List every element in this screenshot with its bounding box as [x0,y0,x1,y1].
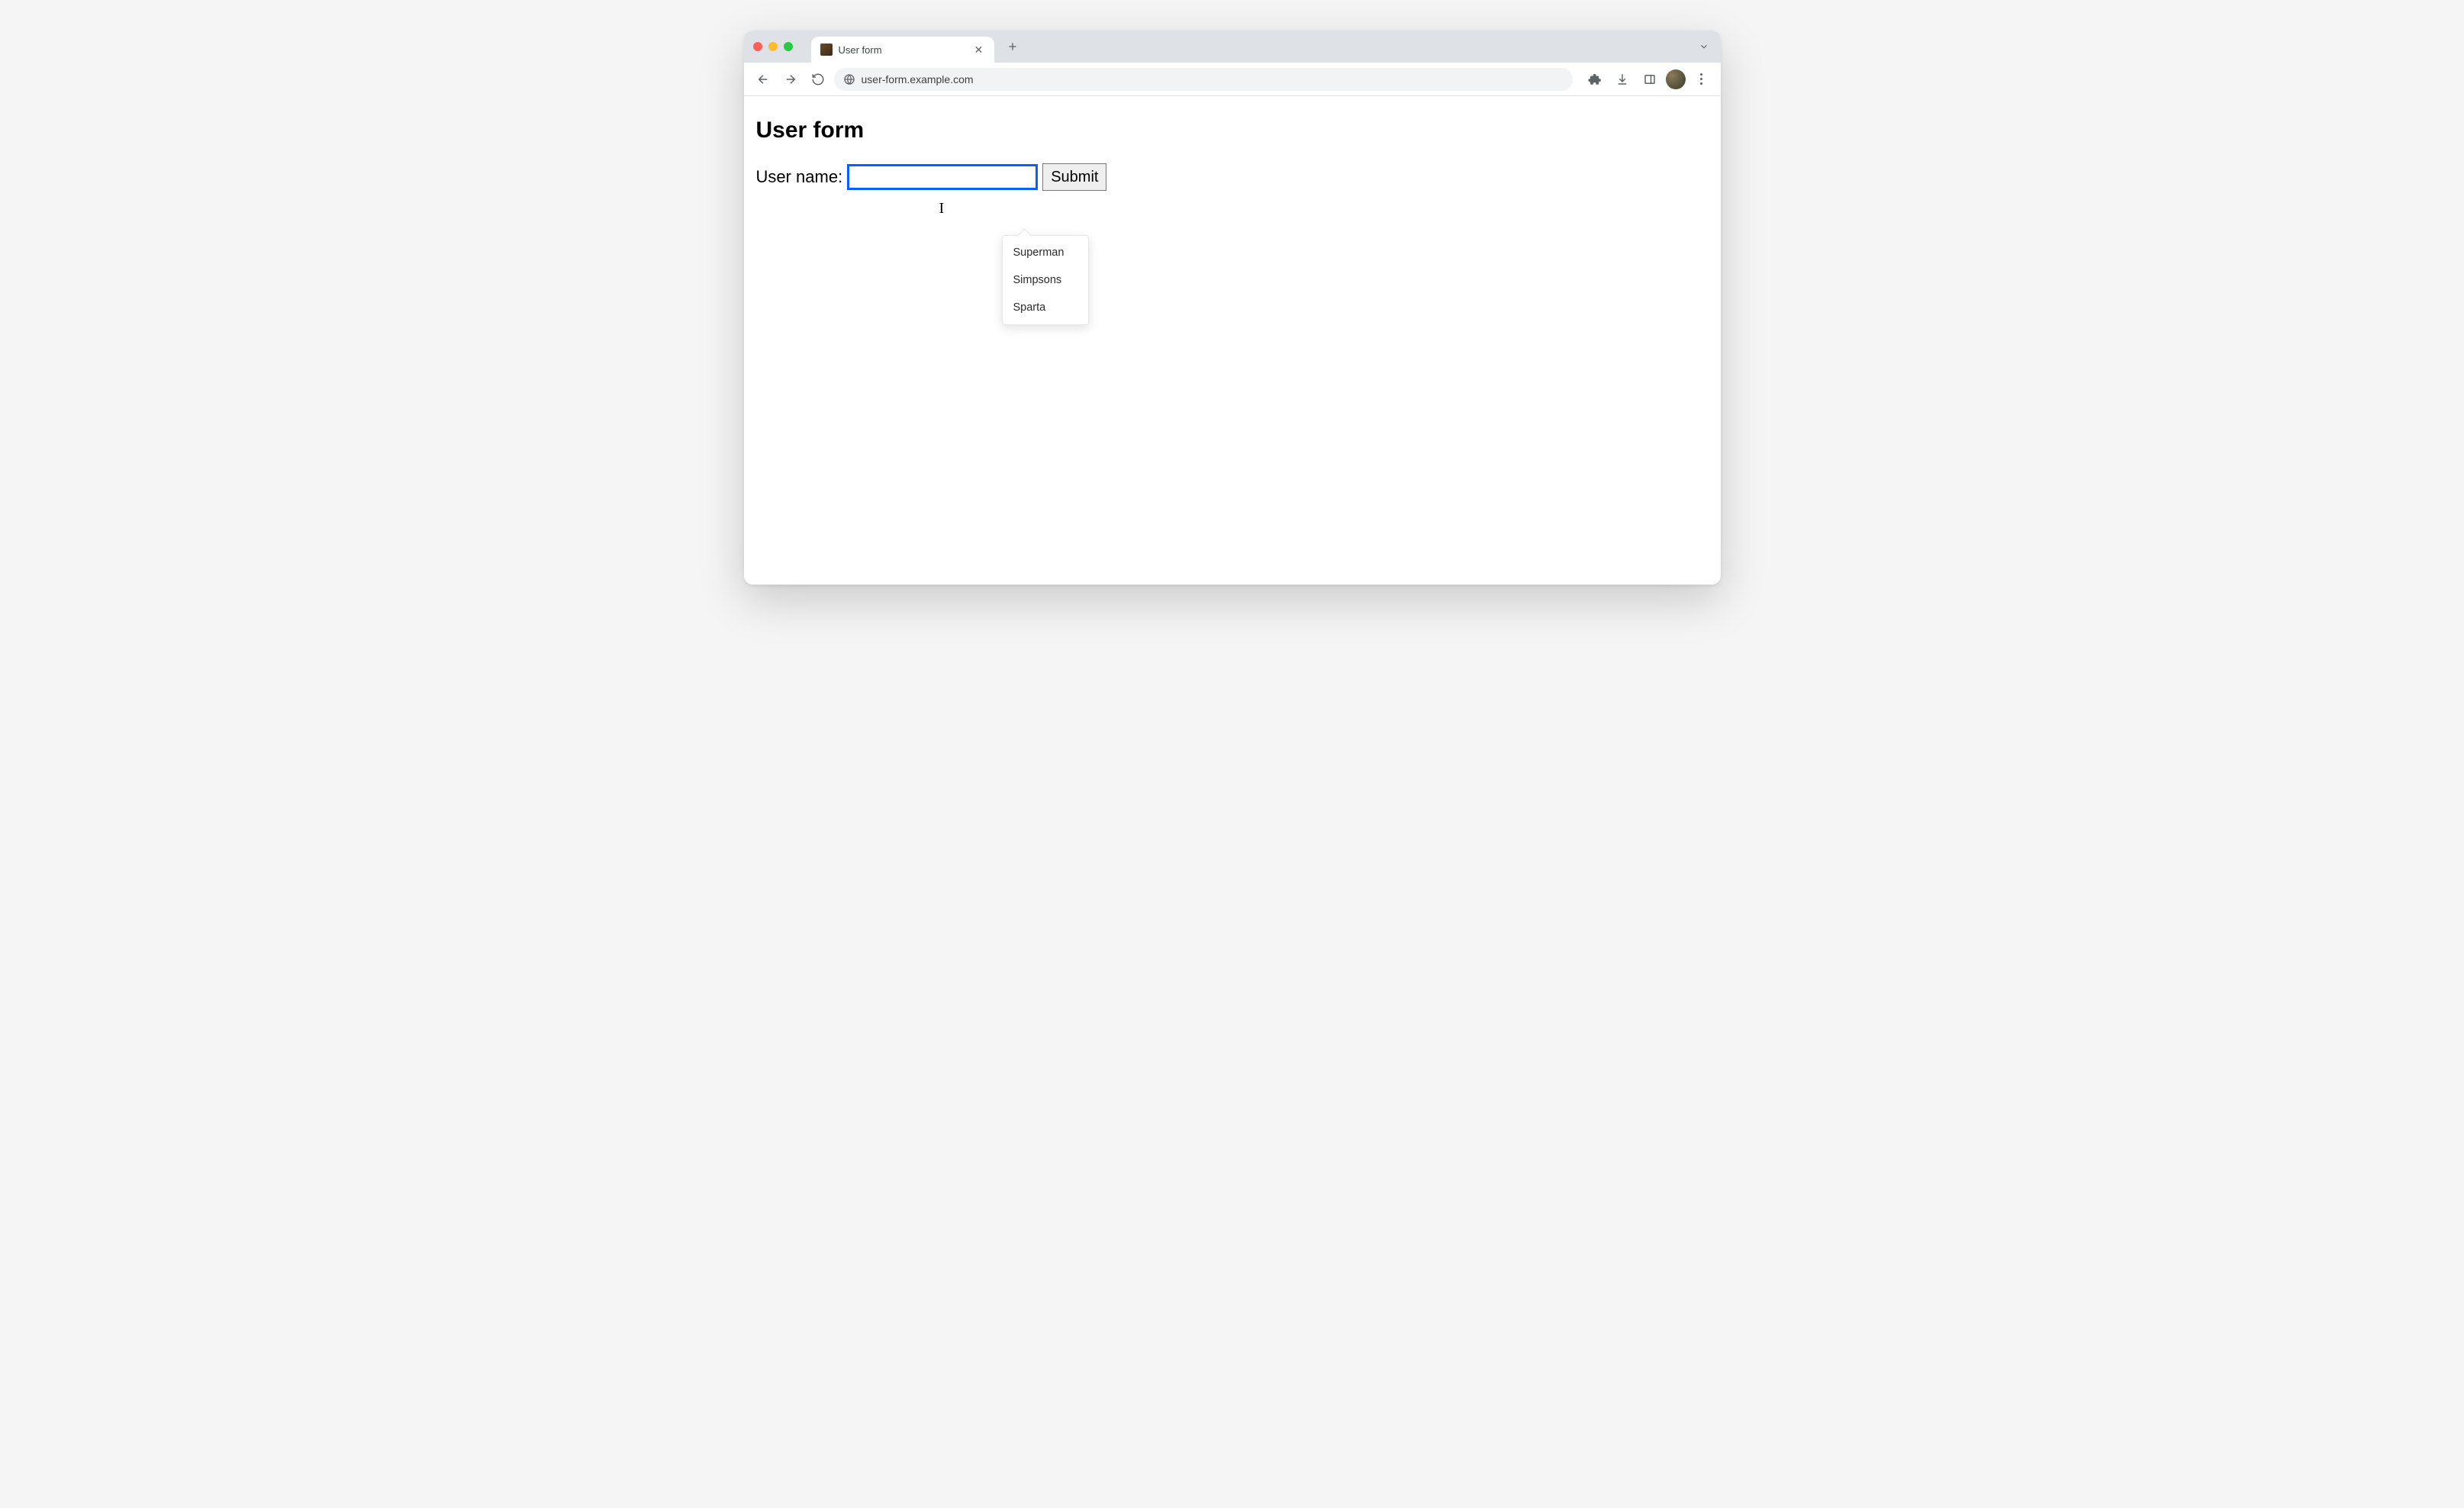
submit-button[interactable]: Submit [1042,163,1106,191]
minimize-window-icon[interactable] [768,42,778,51]
chevron-down-icon [1698,40,1710,53]
autocomplete-item[interactable]: Sparta [1003,294,1088,321]
extensions-button[interactable] [1583,68,1606,91]
profile-avatar[interactable] [1666,69,1686,89]
reload-button[interactable] [807,68,829,91]
close-window-icon[interactable] [753,42,762,51]
side-panel-button[interactable] [1638,68,1661,91]
tab-title: User form [839,44,967,56]
url-text: user-form.example.com [862,73,974,85]
autocomplete-item[interactable]: Superman [1003,239,1088,266]
address-bar[interactable]: user-form.example.com [834,68,1573,91]
globe-icon [843,73,855,85]
username-label: User name: [756,167,843,187]
close-tab-icon[interactable]: ✕ [973,44,985,56]
downloads-button[interactable] [1611,68,1634,91]
browser-window: User form ✕ user-form.example.com [744,31,1721,585]
user-form: User name: Submit [756,163,1709,191]
autocomplete-popover: Superman Simpsons Sparta [1002,235,1089,325]
page-content: User form User name: Submit I Superman S… [744,96,1721,585]
text-cursor-icon: I [939,200,945,218]
tab-overflow[interactable] [1698,40,1721,53]
maximize-window-icon[interactable] [784,42,793,51]
tab-bar: User form ✕ [744,31,1721,63]
browser-tab[interactable]: User form ✕ [811,37,994,63]
menu-button[interactable] [1690,68,1713,91]
back-button[interactable] [752,68,775,91]
page-title: User form [756,118,1709,143]
favicon-icon [820,44,833,56]
window-controls [753,42,793,51]
browser-toolbar: user-form.example.com [744,63,1721,96]
new-tab-button[interactable] [1002,36,1023,57]
username-input[interactable] [847,164,1038,190]
kebab-icon [1695,73,1709,85]
toolbar-right [1583,68,1713,91]
autocomplete-item[interactable]: Simpsons [1003,266,1088,294]
forward-button[interactable] [779,68,802,91]
